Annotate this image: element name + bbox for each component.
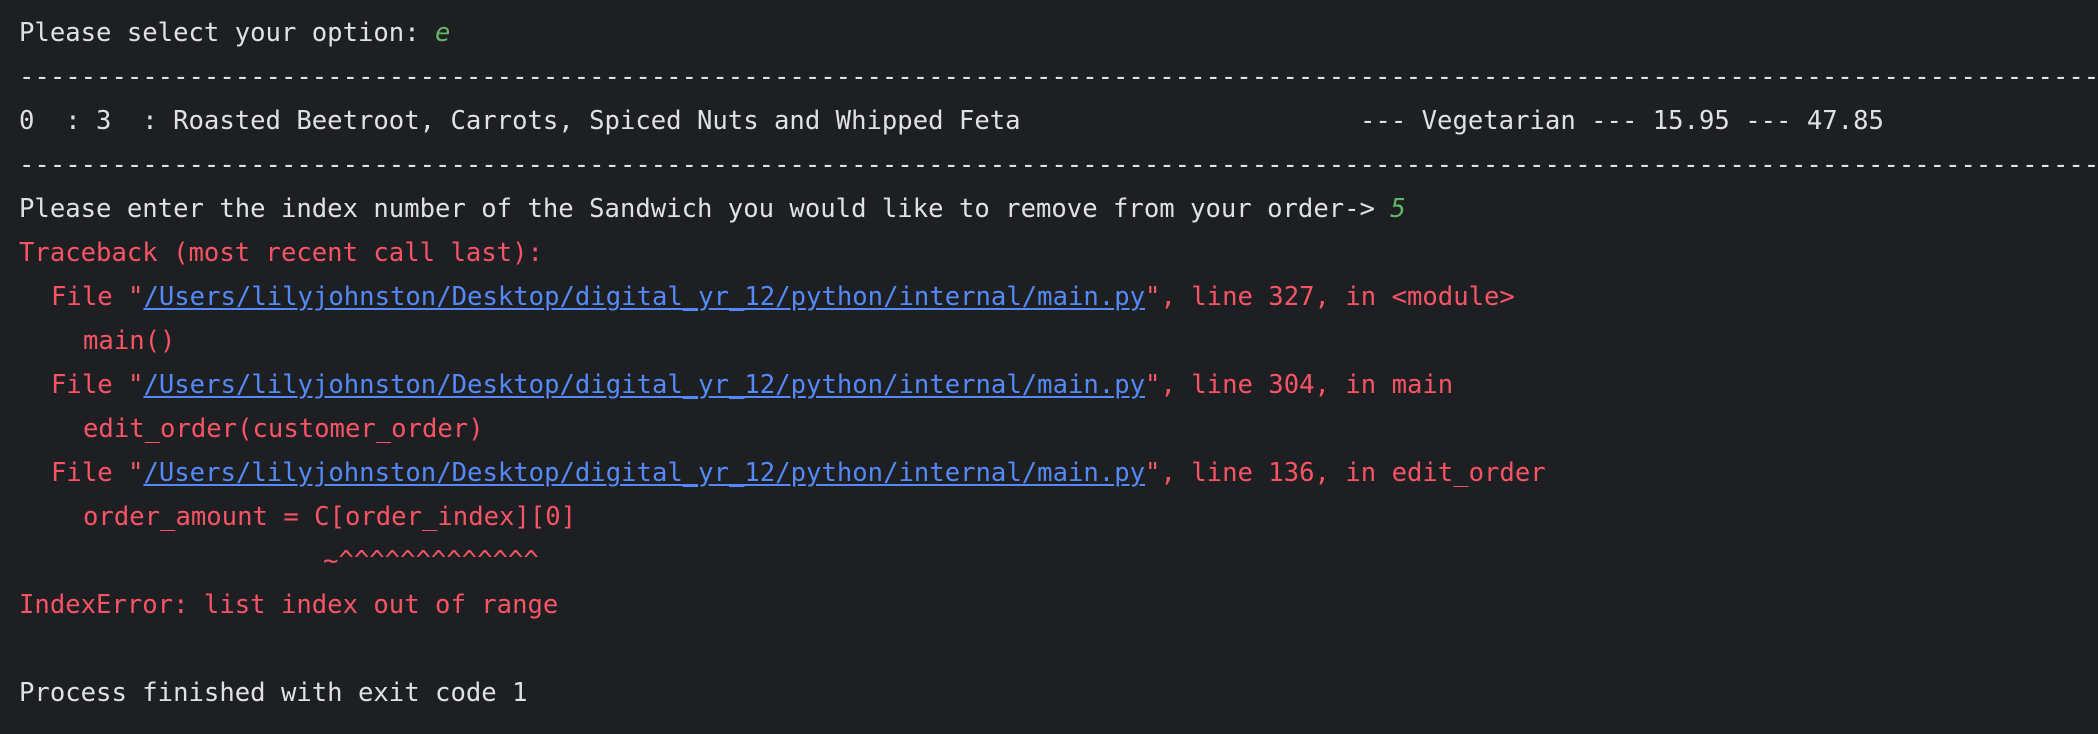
frame-prefix: File " — [51, 370, 144, 400]
error-message: IndexError: list index out of range — [19, 590, 559, 620]
prompt-text: Please enter the index number of the San… — [19, 194, 1391, 224]
traceback-code-line: order_amount = C[order_index][0] — [83, 502, 577, 532]
file-path-link[interactable]: /Users/lilyjohnston/Desktop/digital_yr_1… — [143, 458, 1145, 488]
user-input-value: 5 — [1390, 194, 1406, 224]
traceback-frame: File "/Users/lilyjohnston/Desktop/digita… — [0, 451, 2098, 495]
traceback-code-line: main() — [83, 326, 176, 356]
frame-location: ", line 304, in main — [1145, 370, 1454, 400]
select-option-prompt: Please select your option: e — [0, 11, 2098, 55]
traceback-header: Traceback (most recent call last): — [19, 238, 543, 268]
frame-location: ", line 136, in edit_order — [1145, 458, 1546, 488]
order-row: 0 : 3 : Roasted Beetroot, Carrots, Spice… — [0, 99, 2098, 143]
order-item-details: --- Vegetarian --- 15.95 --- 47.85 — [1360, 106, 1884, 136]
exit-message: Process finished with exit code 1 — [19, 678, 528, 708]
file-path-link[interactable]: /Users/lilyjohnston/Desktop/digital_yr_1… — [143, 282, 1145, 312]
remove-index-prompt: Please enter the index number of the San… — [0, 187, 2098, 231]
frame-location: ", line 327, in <module> — [1145, 282, 1515, 312]
user-input-value: e — [435, 18, 451, 48]
frame-prefix: File " — [51, 282, 144, 312]
traceback-frame: File "/Users/lilyjohnston/Desktop/digita… — [0, 363, 2098, 407]
order-item-text: 0 : 3 : Roasted Beetroot, Carrots, Spice… — [19, 106, 1021, 136]
frame-prefix: File " — [51, 458, 144, 488]
separator-line: ----------------------------------------… — [19, 150, 2098, 180]
run-console: Please select your option: e -----------… — [0, 0, 2098, 734]
traceback-code-line: edit_order(customer_order) — [83, 414, 484, 444]
file-path-link[interactable]: /Users/lilyjohnston/Desktop/digital_yr_1… — [143, 370, 1145, 400]
traceback-frame: File "/Users/lilyjohnston/Desktop/digita… — [0, 275, 2098, 319]
traceback-caret-marker: ~^^^^^^^^^^^^^ — [323, 546, 539, 576]
prompt-text: Please select your option: — [19, 18, 436, 48]
separator-line: ----------------------------------------… — [19, 62, 2098, 92]
